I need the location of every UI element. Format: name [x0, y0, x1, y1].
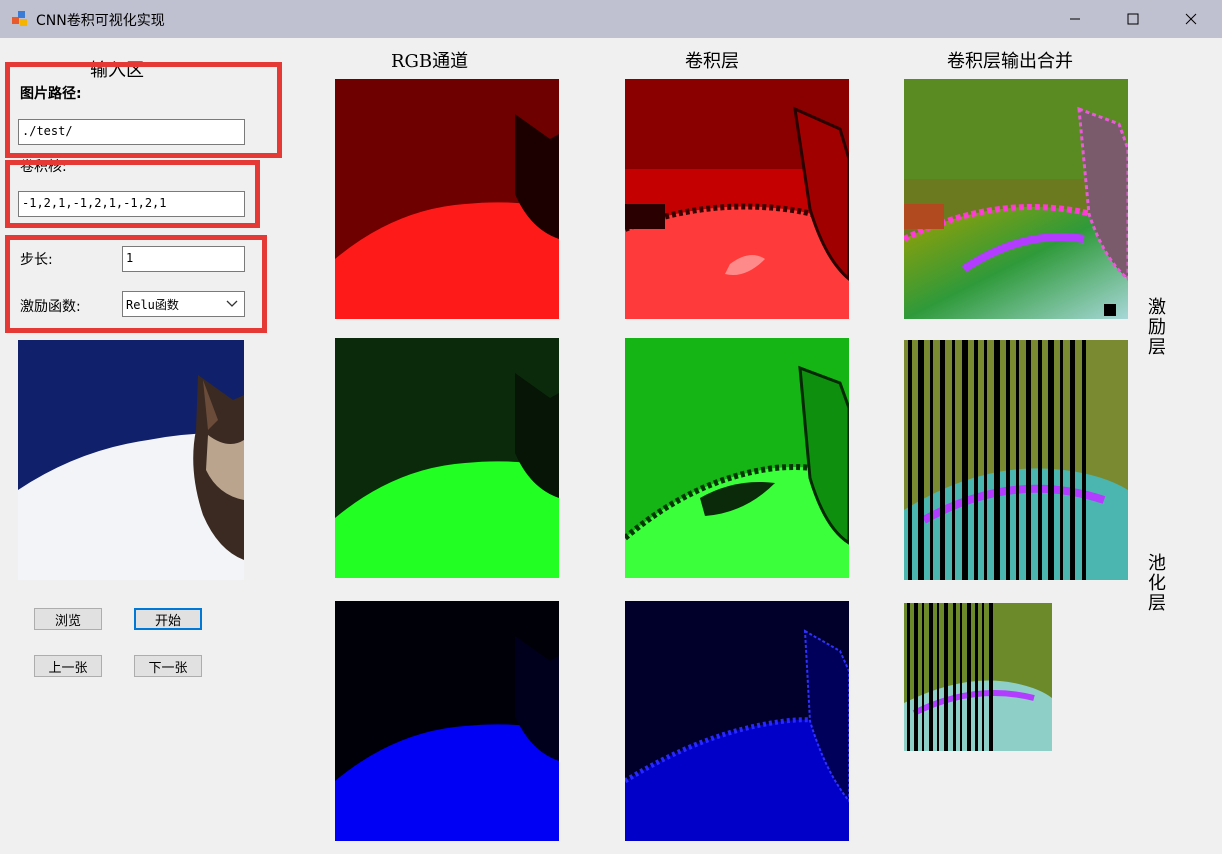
pooling-layer-label: 池化层	[1148, 553, 1166, 614]
stride-label: 步长:	[20, 252, 53, 268]
minimize-button[interactable]	[1046, 0, 1104, 38]
image-path-input[interactable]: ./test/	[18, 119, 245, 145]
input-image-preview	[18, 340, 244, 580]
blue-channel-image	[335, 601, 559, 841]
chevron-down-icon	[226, 300, 238, 307]
minimize-icon	[1070, 18, 1080, 20]
close-button[interactable]	[1162, 0, 1220, 38]
image-path-label: 图片路径:	[20, 86, 82, 102]
close-icon	[1185, 13, 1197, 25]
blue-conv-image	[625, 601, 849, 841]
merged-column-title: 卷积层输出合并	[947, 51, 1073, 72]
pooling-output-image	[904, 603, 1052, 751]
activation-output-image	[904, 340, 1128, 580]
start-button[interactable]: 开始	[134, 608, 202, 630]
window-title: CNN卷积可视化实现	[36, 13, 165, 29]
next-image-button[interactable]: 下一张	[134, 655, 202, 677]
red-conv-image	[625, 79, 849, 319]
app-icon	[12, 11, 28, 27]
rgb-column-title: RGB通道	[391, 51, 469, 72]
merged-conv-image	[904, 79, 1128, 319]
green-channel-image	[335, 338, 559, 578]
title-bar: CNN卷积可视化实现	[0, 0, 1222, 38]
activation-select[interactable]: Relu函数	[122, 291, 245, 317]
maximize-icon	[1127, 13, 1139, 25]
activation-label: 激励函数:	[20, 299, 81, 315]
activation-select-value: Relu函数	[126, 298, 179, 312]
maximize-button[interactable]	[1104, 0, 1162, 38]
prev-image-button[interactable]: 上一张	[34, 655, 102, 677]
stride-input[interactable]: 1	[122, 246, 245, 272]
red-channel-image	[335, 79, 559, 319]
activation-layer-label: 激励层	[1148, 297, 1166, 358]
conv-column-title: 卷积层	[685, 51, 739, 72]
browse-button[interactable]: 浏览	[34, 608, 102, 630]
kernel-input[interactable]: -1,2,1,-1,2,1,-1,2,1	[18, 191, 245, 217]
green-conv-image	[625, 338, 849, 578]
